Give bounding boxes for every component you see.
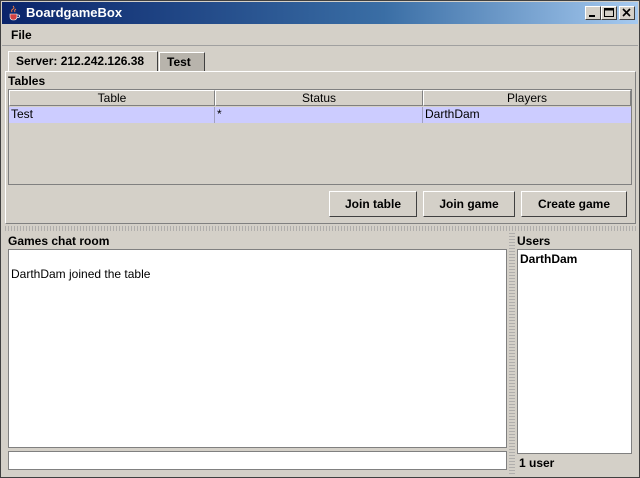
column-header-status[interactable]: Status xyxy=(215,90,423,106)
horizontal-splitter[interactable] xyxy=(5,226,636,231)
app-window: BoardgameBox File Server: 212.242.126.38… xyxy=(0,0,640,478)
minimize-button[interactable] xyxy=(585,6,601,20)
column-header-table[interactable]: Table xyxy=(9,90,215,106)
column-header-players[interactable]: Players xyxy=(423,90,631,106)
users-label: Users xyxy=(517,234,551,248)
create-game-button[interactable]: Create game xyxy=(521,191,627,217)
tab-server[interactable]: Server: 212.242.126.38 xyxy=(8,51,158,72)
chat-label: Games chat room xyxy=(8,234,110,248)
tables-label: Tables xyxy=(8,74,46,88)
tab-test[interactable]: Test xyxy=(159,52,205,71)
cell-players: DarthDam xyxy=(425,107,480,121)
cell-status: * xyxy=(215,107,423,123)
users-list[interactable]: DarthDam xyxy=(517,249,632,454)
table-row[interactable]: Test * DarthDam xyxy=(9,107,631,123)
join-table-button[interactable]: Join table xyxy=(329,191,417,217)
chat-input[interactable] xyxy=(8,451,507,470)
menu-bar: File xyxy=(2,25,638,46)
close-icon xyxy=(622,8,631,17)
window-title: BoardgameBox xyxy=(26,5,123,20)
user-count: 1 user xyxy=(519,456,555,470)
menu-file[interactable]: File xyxy=(11,28,32,42)
user-item[interactable]: DarthDam xyxy=(520,252,577,266)
java-cup-icon xyxy=(9,5,21,21)
cell-table: Test xyxy=(9,107,215,123)
close-button[interactable] xyxy=(619,6,635,20)
maximize-button[interactable] xyxy=(601,6,617,20)
chat-message: DarthDam joined the table xyxy=(11,267,151,281)
tables-table: Table Status Players Test * DarthDam xyxy=(8,89,632,185)
table-header: Table Status Players xyxy=(9,90,631,106)
join-game-button[interactable]: Join game xyxy=(423,191,515,217)
title-bar[interactable]: BoardgameBox xyxy=(2,2,638,24)
chat-log[interactable]: DarthDam joined the table xyxy=(8,249,507,448)
vertical-splitter[interactable] xyxy=(509,233,515,474)
maximize-icon xyxy=(604,8,614,17)
minimize-icon xyxy=(589,15,595,17)
